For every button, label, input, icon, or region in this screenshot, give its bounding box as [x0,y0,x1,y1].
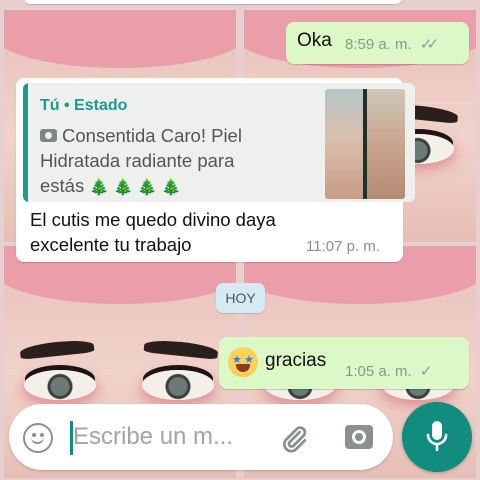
quote-accent-bar [23,83,28,202]
christmas-tree-emoji: 🎄 [137,179,158,196]
quoted-status[interactable]: Tú • Estado Consentida Caro! Piel Hidrat… [23,83,415,202]
star-struck-emoji: ★ ★ [228,347,258,377]
quoted-line: Hidratada radiante para [40,150,235,171]
message-outgoing-oka[interactable]: Oka 8:59 a. m. ✓✓ [286,22,469,64]
christmas-tree-emoji: 🎄 [113,179,134,196]
voice-record-button[interactable] [402,402,472,472]
message-time: 1:05 a. m. [345,363,412,380]
message-input[interactable] [73,418,273,456]
message-outgoing-gracias[interactable]: ★ ★ gracias 1:05 a. m. ✓ [219,337,469,389]
microphone-icon [426,421,448,451]
message-time: 11:07 p. m. [306,238,380,255]
christmas-tree-emoji: 🎄 [89,179,110,196]
message-meta: 8:59 a. m. ✓✓ [345,35,439,53]
camera-icon[interactable] [345,425,373,449]
paperclip-icon[interactable] [279,423,309,455]
status-photo-thumbnail[interactable] [325,89,405,199]
message-composer [9,404,393,470]
camera-icon [40,129,57,142]
message-time: 8:59 a. m. [345,36,412,53]
message-text: Oka [297,30,332,51]
quoted-author: Tú • Estado [40,97,128,114]
double-check-icon: ✓✓ [419,36,439,53]
christmas-tree-emoji: 🎄 [161,179,182,196]
smiley-icon[interactable] [23,423,53,453]
message-meta: 1:05 a. m. ✓ [345,362,432,380]
quoted-line: estás 🎄 🎄 🎄 🎄 [40,175,182,196]
message-text-line: excelente tu trabajo [30,234,192,255]
quoted-line: Consentida Caro! Piel [40,125,242,147]
day-separator: HOY [216,283,265,313]
message-incoming-reply[interactable]: Tú • Estado Consentida Caro! Piel Hidrat… [16,78,415,262]
message-text-line: El cutis me quedo divino daya [30,209,276,230]
previous-message-edge [24,0,402,4]
message-text: gracias [265,350,327,371]
single-check-icon: ✓ [419,363,433,380]
